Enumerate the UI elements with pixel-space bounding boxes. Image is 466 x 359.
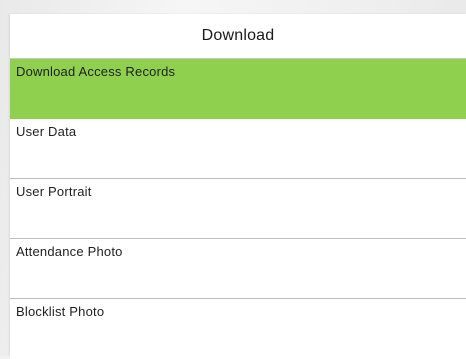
menu-item-download-access-records[interactable]: Download Access Records — [10, 59, 466, 119]
menu-item-blocklist-photo[interactable]: Blocklist Photo — [10, 299, 466, 359]
menu-item-attendance-photo[interactable]: Attendance Photo — [10, 239, 466, 299]
download-menu: Download Access Records User Data User P… — [10, 59, 466, 359]
menu-item-user-data[interactable]: User Data — [10, 119, 466, 179]
menu-item-label: Blocklist Photo — [16, 304, 105, 319]
page-title: Download — [201, 27, 275, 44]
download-screen: Download Download Access Records User Da… — [10, 14, 466, 359]
menu-item-label: User Portrait — [16, 184, 92, 199]
screen-header: Download — [10, 14, 466, 59]
menu-item-label: User Data — [16, 124, 77, 139]
menu-item-user-portrait[interactable]: User Portrait — [10, 179, 466, 239]
menu-item-label: Attendance Photo — [16, 244, 123, 259]
menu-item-label: Download Access Records — [16, 64, 176, 79]
